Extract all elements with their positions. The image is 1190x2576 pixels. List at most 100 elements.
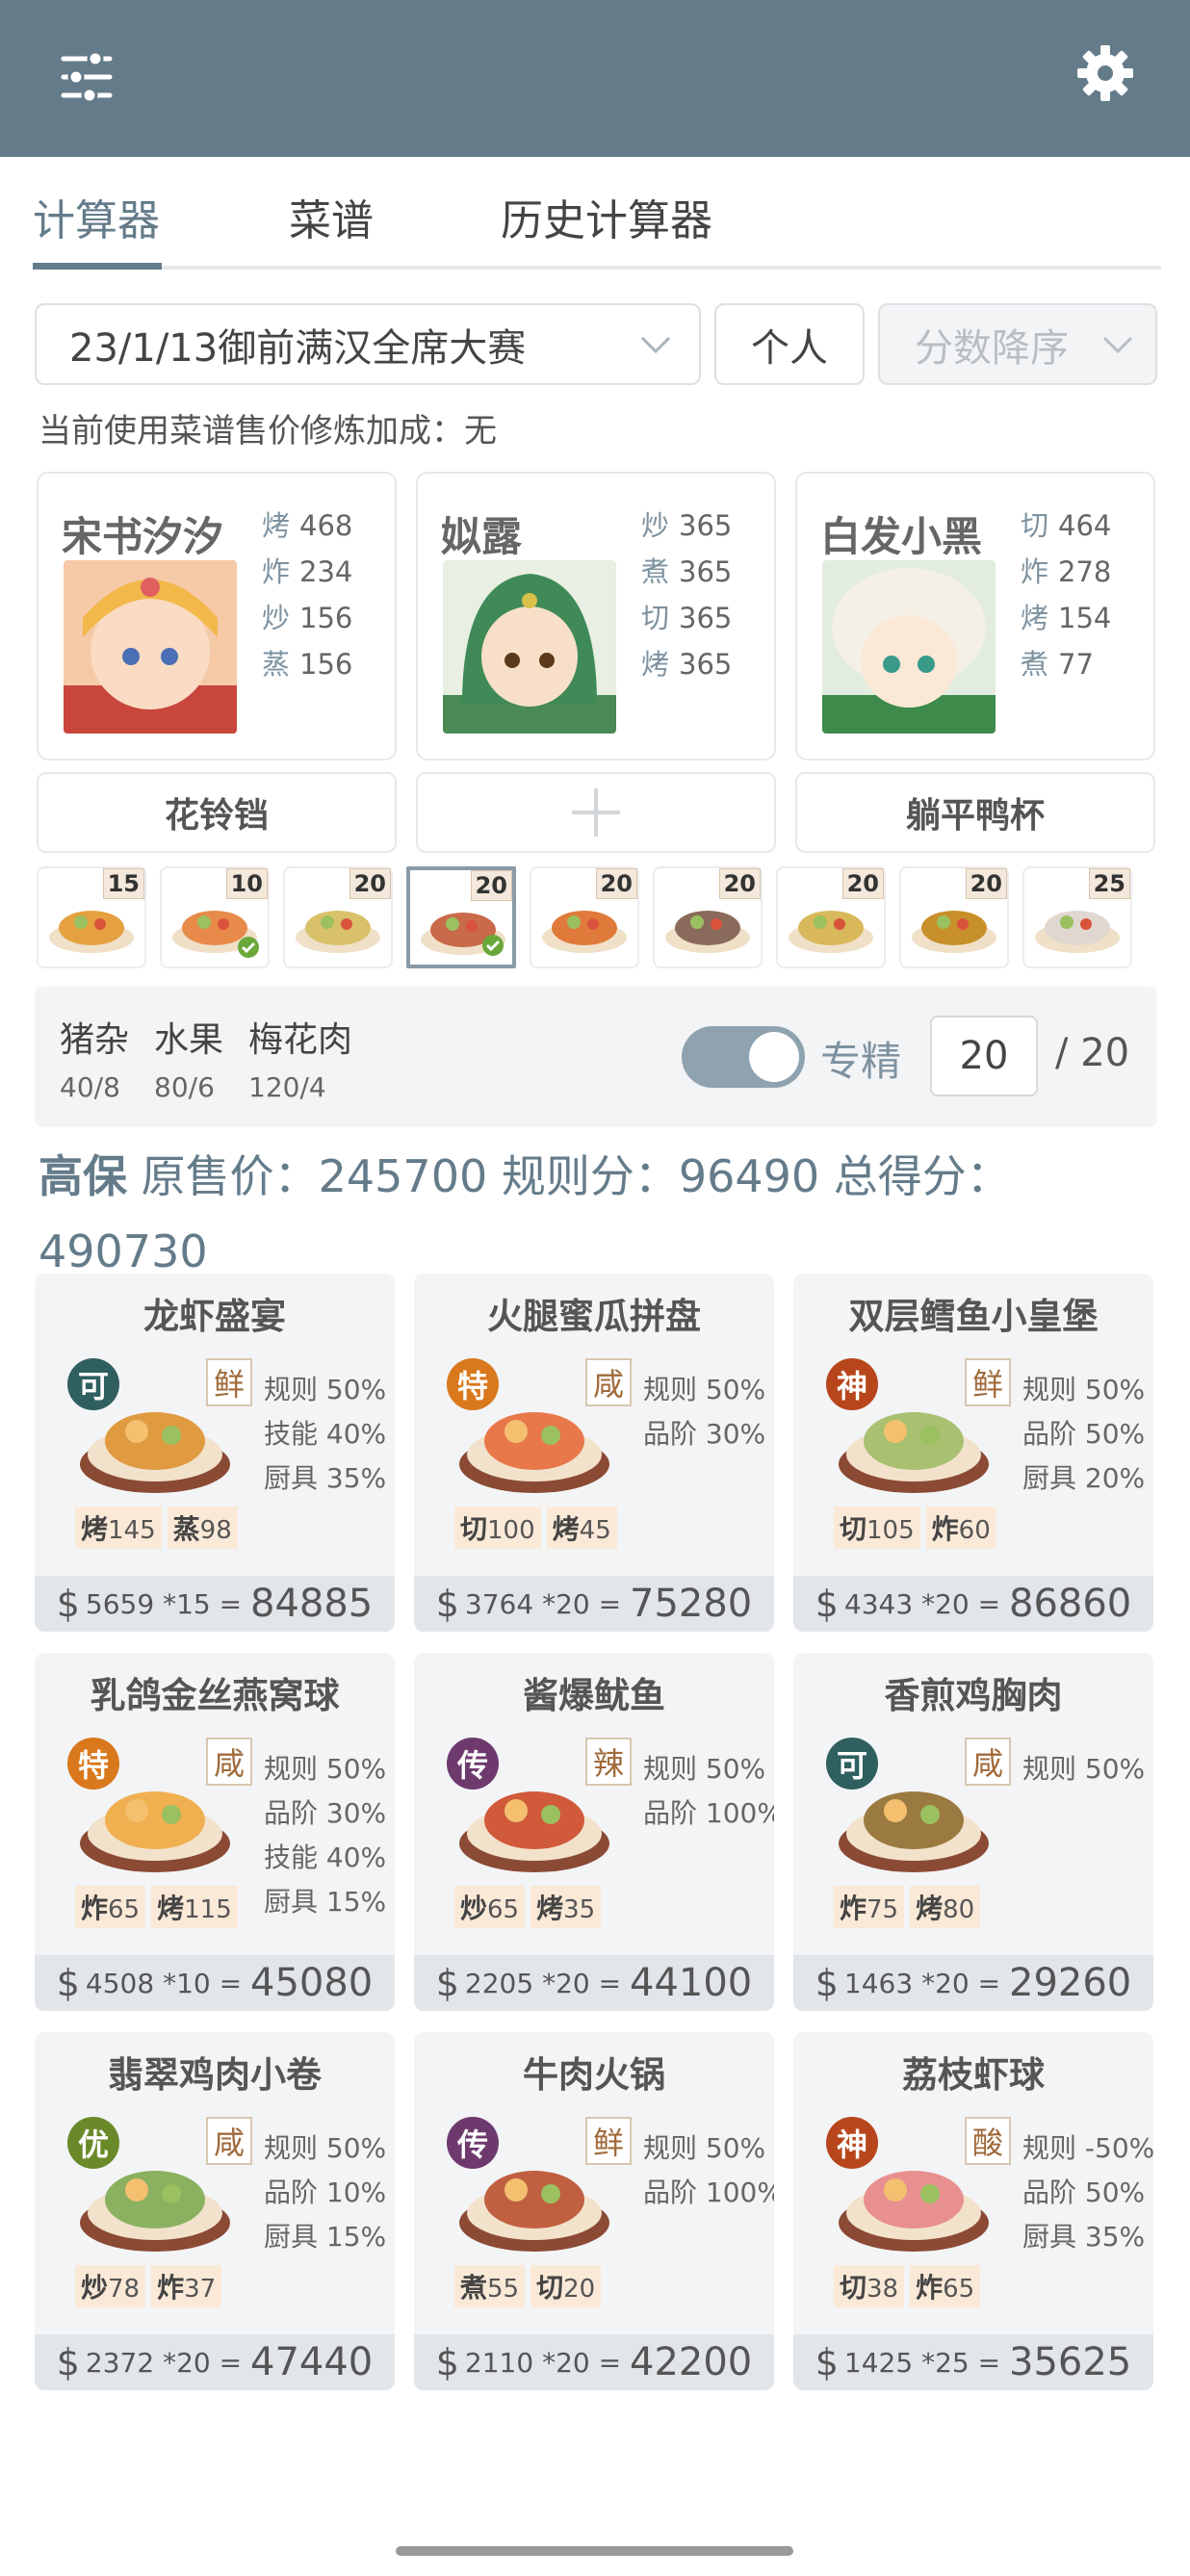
rule-bonus: 规则 50% [1022,1753,1146,1785]
multiplier: *25 [921,2346,970,2379]
ingredient-panel: 猪杂 40/8 水果 80/6 梅花肉 120/4 专精 20 / 20 [35,987,1157,1127]
specialty-toggle[interactable] [682,1026,805,1088]
recipe-total: 29260 [1009,1961,1132,2005]
multiplier: *10 [163,1967,211,1999]
rarity-badge: 优 [67,2117,119,2169]
strip-recipe-item[interactable]: 20 [776,866,886,968]
chef-avatar [822,560,996,734]
recipe-card[interactable]: 火腿蜜瓜拼盘特 咸规则 50% 品阶 30% 切100 烤45 $3764 *20 = 7… [414,1274,774,1632]
recipe-card[interactable]: 乳鸽金丝燕窝球特 咸规则 50% 品阶 30% 技能 40% 厨具 15% 炸65 烤115… [35,1653,395,2011]
flavor-tag: 辣 [585,1738,632,1786]
strip-recipe-item[interactable]: 20 [899,866,1009,968]
rule-bonus: 厨具 35% [264,1462,387,1494]
strip-count: 10 [225,868,268,899]
dollar-icon: $ [815,1962,839,2004]
flavor-tag: 咸 [585,1358,632,1406]
rule-list: 规则 50% 品阶 10% 厨具 15% [264,2126,386,2259]
skill-requirement: 炸65 [910,2265,981,2307]
rule-bonus: 品阶 30% [643,1418,766,1450]
recipe-card[interactable]: 龙虾盛宴可 鲜规则 50% 技能 40% 厨具 35% 烤145 蒸98 $5659 *15… [35,1274,395,1632]
unit-price: 2372 [85,2346,155,2379]
recipe-name: 翡翠鸡肉小卷 [108,2054,322,2096]
recipe-name: 荔枝虾球 [902,2054,1045,2096]
skill-requirement: 切38 [834,2265,905,2307]
dollar-icon: $ [435,1583,459,1625]
rule-list: 规则 50% [1022,1747,1145,1791]
sort-dropdown[interactable]: 分数降序 [878,303,1157,385]
unit-price: 2205 [464,1967,534,1999]
strip-recipe-item[interactable]: 15 [37,866,146,968]
recipe-card[interactable]: 酱爆鱿鱼传 辣规则 50% 品阶 100% 炒65 烤35 $2205 *20 = 441… [414,1653,774,2011]
dollar-icon: $ [56,1583,80,1625]
rule-list: 规则 50% 品阶 30% [643,1368,765,1456]
multiplier: *20 [542,2346,590,2379]
strip-recipe-item[interactable]: 25 [1022,866,1132,968]
rarity-badge: 神 [826,2117,878,2169]
rule-bonus: 厨具 15% [264,2221,387,2253]
recipe-card[interactable]: 双层鳕鱼小皇堡神 鲜规则 50% 品阶 50% 厨具 20% 切105 炸60 $4343 … [793,1274,1153,1632]
total-score: 490730 [39,1225,208,1277]
skill-requirement: 切105 [834,1507,920,1549]
strip-recipe-item[interactable]: 20 [406,866,516,968]
gear-icon[interactable] [1067,35,1144,112]
rule-bonus: 规则 50% [643,1753,766,1785]
skill-requirement: 切100 [454,1507,541,1549]
rarity-badge: 传 [447,2117,499,2169]
skill-requirement: 炸60 [925,1507,996,1549]
chef-card[interactable]: 白发小黑 切 464 炸 278 烤 154 煮 77 [795,472,1155,760]
skill-list: 烤145 蒸98 [75,1507,238,1549]
equipment-slot[interactable]: 花铃铛 [37,772,397,853]
strip-recipe-item[interactable]: 20 [653,866,763,968]
price-row: $4508 *10 = 45080 [35,1955,395,2011]
chevron-down-icon [640,336,671,354]
equipment-slot[interactable]: 躺平鸭杯 [795,772,1155,853]
skill-list: 炸75 烤80 [834,1886,981,1928]
rule-bonus: 品阶 30% [264,1797,387,1829]
event-dropdown[interactable]: 23/1/13御前满汉全席大赛 [35,303,701,385]
strip-count: 20 [349,868,391,899]
dollar-icon: $ [56,2341,80,2383]
recipe-total: 44100 [630,1961,753,2005]
chef-card[interactable]: 宋书汐汐 烤 468 炸 234 炒 156 蒸 156 [37,472,397,760]
rule-bonus: 厨具 15% [264,1886,387,1918]
add-equipment-button[interactable] [416,772,776,853]
recipe-total: 35625 [1009,2340,1132,2384]
recipe-name: 乳鸽金丝燕窝球 [90,1675,340,1716]
quantity-input[interactable]: 20 [930,1016,1038,1096]
chef-card[interactable]: 姒露 炒 365 煮 365 切 365 烤 365 [416,472,776,760]
chevron-down-icon [1102,336,1133,354]
recipe-card[interactable]: 翡翠鸡肉小卷优 咸规则 50% 品阶 10% 厨具 15% 炒78 炸37 $2372 *2… [35,2032,395,2390]
tab-calculator[interactable]: 计算器 [33,186,160,247]
strip-recipe-item[interactable]: 10 [160,866,270,968]
skill-requirement: 炒78 [75,2265,146,2307]
skill-list: 切100 烤45 [454,1507,617,1549]
rule-list: 规则 50% 品阶 100% [643,2126,774,2215]
mode-button[interactable]: 个人 [714,303,865,385]
unit-price: 4343 [843,1587,914,1620]
sliders-icon[interactable] [48,39,125,116]
dollar-icon: $ [815,1583,839,1625]
chef-name: 宋书汐汐 [62,513,224,560]
recipe-card[interactable]: 荔枝虾球神 酸规则 -50% 品阶 50% 厨具 35% 切38 炸65 $1425 *25… [793,2032,1153,2390]
chef-avatar [443,560,616,734]
strip-recipe-item[interactable]: 20 [530,866,639,968]
tab-history-calculator[interactable]: 历史计算器 [501,186,712,247]
skill-list: 煮55 切20 [454,2265,602,2307]
skill-requirement: 切20 [530,2265,602,2307]
recipe-total: 45080 [250,1961,374,2005]
recipe-card[interactable]: 香煎鸡胸肉可 咸规则 50% 炸75 烤80 $1463 *20 = 29260 [793,1653,1153,2011]
rule-list: 规则 50% 技能 40% 厨具 35% [264,1368,386,1501]
strip-recipe-item[interactable]: 20 [283,866,393,968]
price-row: $3764 *20 = 75280 [414,1576,774,1632]
tab-recipes[interactable]: 菜谱 [289,186,374,247]
recipe-total: 84885 [250,1582,374,1626]
unit-price: 1463 [843,1967,914,1999]
rule-list: 规则 -50% 品阶 50% 厨具 35% [1022,2126,1153,2259]
recipe-name: 龙虾盛宴 [143,1296,286,1337]
recipe-card[interactable]: 牛肉火锅传 鲜规则 50% 品阶 100% 煮55 切20 $2110 *20 = 422… [414,2032,774,2390]
skill-requirement: 烤80 [910,1886,981,1928]
rule-bonus: 厨具 35% [1022,2221,1146,2253]
toggle-knob [749,1032,799,1082]
price-row: $2372 *20 = 47440 [35,2334,395,2390]
dollar-icon: $ [815,2341,839,2383]
